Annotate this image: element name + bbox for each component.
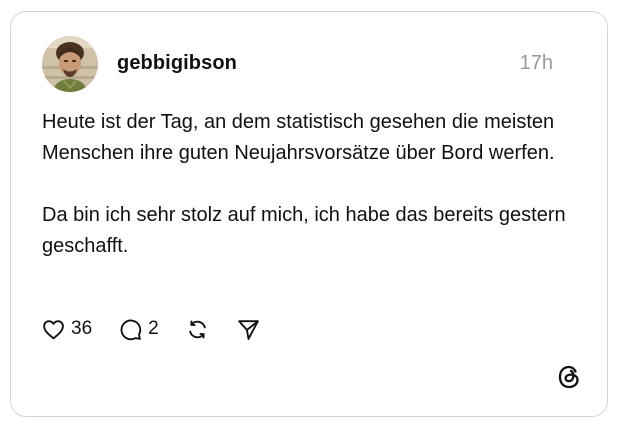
reply-count: 2 [148,318,159,339]
post-paragraph: Heute ist der Tag, an dem statistisch ge… [42,111,555,164]
post-body: Heute ist der Tag, an dem statistisch ge… [42,107,582,262]
like-button[interactable]: 36 [41,317,92,342]
share-button[interactable] [236,317,261,342]
repost-icon [185,317,210,342]
action-bar: 36 2 [41,314,261,344]
post-card[interactable]: gebbigibson 17h Heute ist der Tag, an de… [10,11,608,417]
like-count: 36 [71,318,93,339]
post-paragraph: Da bin ich sehr stolz auf mich, ich habe… [42,204,566,257]
send-icon [236,317,261,342]
speech-bubble-icon [118,317,143,342]
avatar[interactable] [42,36,98,92]
reply-button[interactable]: 2 [118,317,159,342]
repost-button[interactable] [185,317,210,342]
username[interactable]: gebbigibson [117,52,237,75]
heart-icon [41,317,66,342]
avatar-image [42,36,98,92]
post-timestamp: 17h [519,52,553,74]
threads-logo-icon [556,364,582,390]
